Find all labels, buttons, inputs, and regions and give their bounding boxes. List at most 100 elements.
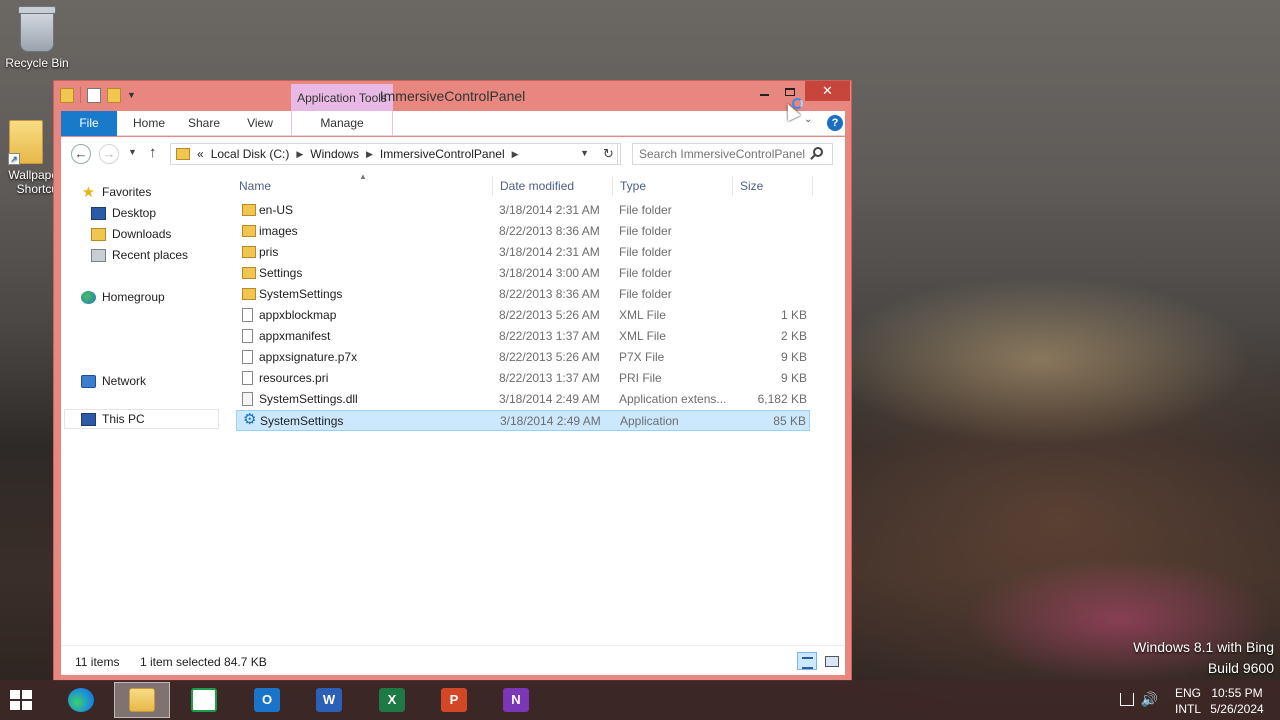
large-icons-view-icon[interactable] [821, 652, 841, 670]
breadcrumb-immersive-control-panel[interactable]: ImmersiveControlPanel [380, 147, 505, 161]
column-divider[interactable] [812, 176, 813, 196]
table-row[interactable]: resources.pri 8/22/2013 1:37 AM PRI File 9 … [236, 368, 810, 389]
file-icon [242, 329, 253, 343]
watermark-edition: Windows 8.1 with Bing [1133, 639, 1274, 655]
up-button[interactable]: ↑ [149, 144, 157, 161]
refresh-button[interactable]: ↻ [597, 143, 621, 165]
breadcrumb-overflow[interactable]: « [197, 147, 204, 161]
back-button[interactable]: ← [71, 144, 91, 164]
clock-date: 5/26/2024 [1210, 702, 1264, 716]
title-bar[interactable]: ▼ Application Tools ImmersiveControlPane… [54, 81, 851, 112]
table-row[interactable]: appxblockmap 8/22/2013 5:26 AM XML File 1 K… [236, 305, 810, 326]
file-type: File folder [619, 287, 672, 301]
store-icon [191, 688, 217, 712]
table-row[interactable]: pris 3/18/2014 2:31 AM File folder [236, 242, 810, 263]
table-row[interactable]: en-US 3/18/2014 2:31 AM File folder [236, 200, 810, 221]
search-input[interactable] [632, 143, 833, 165]
column-header-date-modified[interactable]: Date modified [500, 171, 574, 201]
properties-icon[interactable] [87, 87, 101, 103]
tab-file[interactable]: File [61, 111, 117, 136]
nav-downloads[interactable]: Downloads [91, 224, 171, 244]
folder-icon [242, 267, 256, 279]
details-view-icon[interactable] [797, 652, 817, 670]
recycle-bin-label: Recycle Bin [5, 56, 69, 70]
taskbar-powerpoint[interactable]: P [426, 682, 482, 718]
taskbar-word[interactable]: W [301, 682, 357, 718]
taskbar-store[interactable] [176, 682, 232, 718]
nav-homegroup[interactable]: Homegroup [81, 287, 165, 307]
file-date-modified: 3/18/2014 2:49 AM [499, 392, 600, 406]
tab-view[interactable]: View [233, 111, 287, 136]
tab-manage[interactable]: Manage [291, 111, 393, 136]
close-button[interactable]: ✕ [805, 81, 850, 101]
watermark-build: Build 9600 [1207, 660, 1274, 676]
breadcrumb-local-disk[interactable]: Local Disk (C:) [211, 147, 290, 161]
help-icon[interactable]: ? [827, 115, 843, 131]
breadcrumb-chevron-right-icon[interactable]: ▶ [296, 149, 303, 160]
nav-homegroup-label: Homegroup [102, 290, 165, 304]
breadcrumb-chevron-right-icon[interactable]: ▶ [366, 149, 373, 160]
taskbar-file-explorer[interactable] [114, 682, 170, 718]
folder-icon [242, 204, 256, 216]
search-icon[interactable] [813, 147, 823, 157]
file-date-modified: 8/22/2013 5:26 AM [499, 350, 600, 364]
nav-network[interactable]: Network [81, 371, 146, 391]
close-icon: ✕ [822, 83, 833, 98]
table-row[interactable]: images 8/22/2013 8:36 AM File folder [236, 221, 810, 242]
context-tab-application-tools: Application Tools [291, 84, 393, 112]
new-folder-icon[interactable] [107, 87, 121, 103]
computer-icon [81, 412, 96, 426]
breadcrumb-windows[interactable]: Windows [310, 147, 359, 161]
taskbar-onenote[interactable]: N [488, 682, 544, 718]
table-row[interactable]: appxmanifest 8/22/2013 1:37 AM XML File 2 K… [236, 326, 810, 347]
column-header-name[interactable]: Name [239, 171, 271, 201]
minimize-button[interactable] [751, 81, 777, 101]
nav-this-pc[interactable]: This PC [64, 409, 219, 429]
taskbar-outlook[interactable]: O [239, 682, 295, 718]
tab-share[interactable]: Share [181, 111, 227, 136]
table-row[interactable]: ⚙ SystemSettings 3/18/2014 2:49 AM Applicat… [236, 410, 810, 431]
customize-qat-chevron-down-icon[interactable]: ▼ [127, 90, 136, 100]
table-row[interactable]: SystemSettings 8/22/2013 8:36 AM File fold… [236, 284, 810, 305]
table-row[interactable]: appxsignature.p7x 8/22/2013 5:26 AM P7X Fi… [236, 347, 810, 368]
nav-recent-places[interactable]: Recent places [91, 245, 188, 265]
column-divider[interactable] [612, 176, 613, 196]
column-header-size[interactable]: Size [740, 171, 763, 201]
recent-locations-chevron-down-icon[interactable]: ▼ [128, 147, 137, 157]
content-area: ★ Favorites Desktop Downloads Recent pla… [61, 171, 845, 645]
column-divider[interactable] [492, 176, 493, 196]
column-header-type[interactable]: Type [620, 171, 646, 201]
selection-info: 1 item selected 84.7 KB [140, 655, 267, 669]
desktop-icon-recycle-bin[interactable]: Recycle Bin [0, 6, 74, 70]
tab-home[interactable]: Home [123, 111, 175, 136]
nav-favorites-label: Favorites [102, 185, 152, 199]
taskbar: O W X P N 🔊 ENG INTL 10:55 PM 5/26/2024 [0, 680, 1280, 720]
desktop-icon-wallpaper-shortcut[interactable]: ↗ Wallpape Shortcu [0, 120, 58, 196]
table-row[interactable]: Settings 3/18/2014 3:00 AM File folder [236, 263, 810, 284]
language-code: ENG [1174, 686, 1201, 700]
volume-icon[interactable]: 🔊 [1141, 691, 1158, 708]
address-history-chevron-down-icon[interactable]: ▼ [580, 148, 589, 158]
column-divider[interactable] [732, 176, 733, 196]
file-size: 1 KB [780, 308, 807, 322]
nav-desktop[interactable]: Desktop [91, 203, 156, 223]
folder-icon [242, 288, 256, 300]
start-button-windows-icon[interactable] [10, 690, 32, 710]
network-status-icon[interactable] [1120, 693, 1134, 706]
table-row[interactable]: SystemSettings.dll 3/18/2014 2:49 AM Appli… [236, 389, 810, 410]
breadcrumb-chevron-right-icon[interactable]: ▶ [512, 149, 519, 160]
file-name: appxsignature.p7x [259, 350, 358, 364]
expand-ribbon-chevron-down-icon[interactable]: ⌄ [804, 114, 812, 125]
file-explorer-window: ▼ Application Tools ImmersiveControlPane… [53, 80, 852, 681]
taskbar-excel[interactable]: X [364, 682, 420, 718]
clock[interactable]: 10:55 PM 5/26/2024 [1202, 685, 1272, 717]
forward-button[interactable]: → [99, 144, 119, 164]
file-type: File folder [619, 224, 672, 238]
address-bar[interactable]: « Local Disk (C:) ▶ Windows ▶ ImmersiveC… [170, 143, 618, 165]
nav-favorites[interactable]: ★ Favorites [81, 182, 152, 202]
file-name: en-US [259, 203, 294, 217]
status-bar: 11 items 1 item selected 84.7 KB [61, 645, 845, 675]
taskbar-edge[interactable] [53, 682, 109, 718]
nav-thispc-label: This PC [102, 412, 145, 426]
input-language[interactable]: ENG INTL [1170, 685, 1206, 717]
